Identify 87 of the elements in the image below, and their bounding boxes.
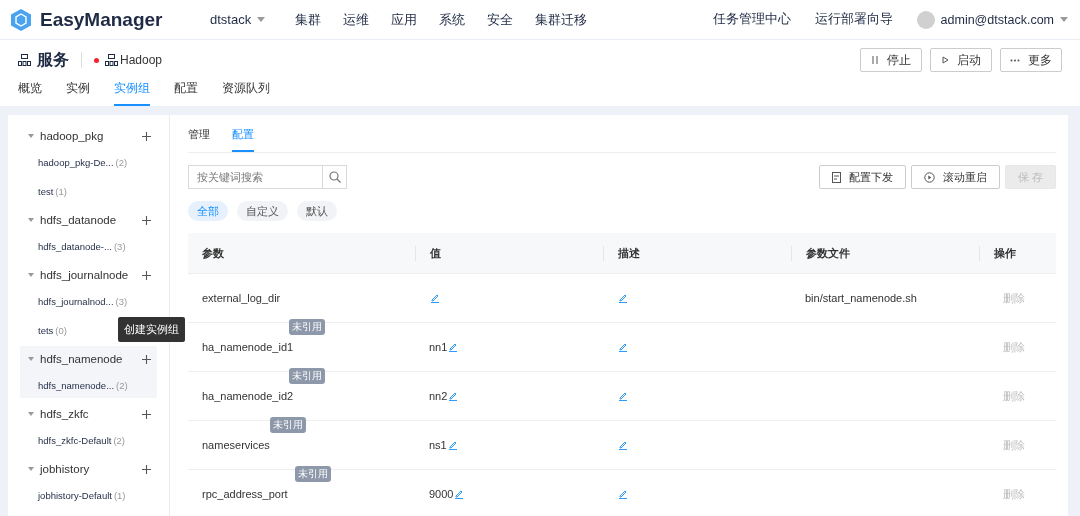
avatar-icon <box>916 10 935 29</box>
add-icon[interactable] <box>142 215 151 225</box>
cluster-dropdown[interactable]: dtstack <box>210 12 266 27</box>
column-header: 值 <box>415 245 603 261</box>
status-tag: 未引用 <box>289 319 325 335</box>
action-button[interactable]: 停止 <box>860 48 922 72</box>
table-cell: external_log_dir <box>202 292 281 304</box>
page-title: 服务 <box>37 49 69 70</box>
pause-icon <box>871 56 879 64</box>
filter-chip[interactable]: 自定义 <box>237 201 288 221</box>
search-icon[interactable] <box>328 171 341 183</box>
column-header: 参数 <box>201 245 225 261</box>
nav-menu-item[interactable]: 运维 <box>343 10 370 29</box>
tree-item[interactable]: hadoop_pkg-De... (2) <box>20 149 157 175</box>
edit-icon[interactable] <box>618 440 628 450</box>
tree-item[interactable]: hdfs_datanode-... (3) <box>20 233 157 259</box>
add-icon[interactable] <box>142 131 151 141</box>
document-icon <box>831 171 841 183</box>
tab[interactable]: 管理 <box>188 127 210 152</box>
service-name: Hadoop <box>120 53 163 67</box>
user-menu[interactable]: admin@dtstack.com <box>940 12 1054 27</box>
add-icon[interactable] <box>142 270 151 280</box>
app-logo-text: EasyManager <box>40 8 163 31</box>
edit-icon[interactable] <box>454 489 465 499</box>
more-icon <box>1010 58 1020 62</box>
tooltip: 创建实例组 <box>118 317 185 342</box>
tree-group[interactable]: hdfs_journalnode <box>20 262 157 288</box>
caret-icon <box>1060 17 1068 22</box>
nav-menu-item[interactable]: 应用 <box>391 10 418 29</box>
tree-group[interactable]: hdfs_datanode <box>20 207 157 233</box>
column-header: 描述 <box>603 245 791 261</box>
add-icon[interactable] <box>142 354 151 364</box>
filter-chip[interactable]: 默认 <box>297 201 337 221</box>
cube-logo-icon <box>10 7 32 32</box>
nav-menu-item[interactable]: 安全 <box>487 10 514 29</box>
tab[interactable]: 实例 <box>66 74 90 106</box>
nav-menu-item[interactable]: 集群 <box>295 10 322 29</box>
nav-menu-item[interactable]: 系统 <box>439 10 466 29</box>
toolbar-button[interactable]: 滚动重启 <box>910 165 1000 189</box>
table-cell: nameservices <box>202 439 270 451</box>
tab[interactable]: 资源队列 <box>222 74 270 106</box>
tab[interactable]: 概览 <box>18 74 42 106</box>
grid-icon <box>18 54 31 66</box>
tab[interactable]: 配置 <box>174 74 198 106</box>
tree-item[interactable]: jobhistory-Default (1) <box>20 482 157 508</box>
table-cell: ha_namenode_id2 <box>202 390 294 402</box>
edit-icon[interactable] <box>448 391 459 401</box>
tree-group[interactable]: hdfs_zkfc <box>20 401 157 427</box>
action-button[interactable]: 更多 <box>1000 48 1062 72</box>
status-tag: 未引用 <box>289 368 325 384</box>
nav-menu-item[interactable]: 集群迁移 <box>535 10 588 29</box>
grid-icon <box>105 54 118 66</box>
play-circle-icon <box>923 171 935 183</box>
nav-link[interactable]: 任务管理中心 <box>712 11 791 28</box>
edit-icon[interactable] <box>448 342 459 352</box>
table-cell: ha_namenode_id1 <box>202 341 294 353</box>
caret-icon <box>257 17 266 22</box>
table-cell: bin/start_namenode.sh <box>805 292 917 304</box>
edit-icon[interactable] <box>618 293 628 303</box>
edit-icon[interactable] <box>618 391 628 401</box>
table-cell: rpc_address_port <box>202 488 288 500</box>
toolbar-button[interactable]: 配置下发 <box>818 165 906 189</box>
edit-icon[interactable] <box>430 293 440 303</box>
tree-group[interactable]: hadoop_pkg <box>20 123 157 149</box>
column-header: 参数文件 <box>791 245 979 261</box>
search-field[interactable]: 按关键词搜索 <box>188 165 347 189</box>
status-dot <box>94 57 99 63</box>
nav-link[interactable]: 运行部署向导 <box>814 11 893 28</box>
status-tag: 未引用 <box>295 466 332 482</box>
add-icon[interactable] <box>142 409 151 419</box>
table-cell: ns1 <box>429 439 447 451</box>
action-button[interactable]: 启动 <box>930 48 992 72</box>
tree-item[interactable]: test (1) <box>20 178 157 204</box>
tree-group[interactable]: jobhistory <box>20 456 157 482</box>
tree-item[interactable]: hdfs_zkfc-Default (2) <box>20 427 157 453</box>
table-cell: nn1 <box>429 341 448 353</box>
column-header: 操作 <box>979 245 1056 261</box>
add-icon[interactable] <box>142 464 151 474</box>
status-tag: 未引用 <box>270 417 307 433</box>
edit-icon[interactable] <box>447 440 458 450</box>
table-cell: 9000 <box>429 488 454 500</box>
table-cell: nn2 <box>429 390 448 402</box>
tree-item[interactable]: hdfs_journalnod... (3) <box>20 288 157 314</box>
edit-icon[interactable] <box>618 342 628 352</box>
play-icon <box>941 56 949 64</box>
edit-icon[interactable] <box>618 489 628 499</box>
tree-item[interactable]: hdfs_namenode... (2) <box>20 372 157 398</box>
